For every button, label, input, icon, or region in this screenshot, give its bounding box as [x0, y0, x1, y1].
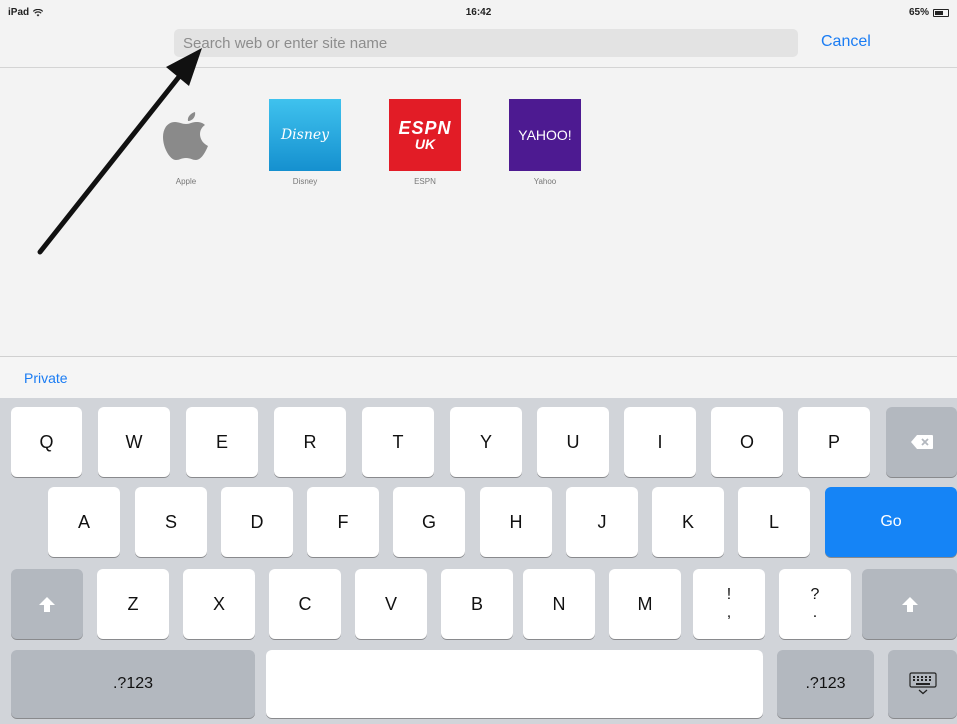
disney-tile: Disney — [269, 99, 341, 171]
shift-icon — [39, 596, 55, 612]
key-m[interactable]: M — [609, 569, 681, 639]
numbers-key-left[interactable]: .?123 — [11, 650, 255, 718]
favorite-label: Disney — [292, 177, 318, 186]
key-top-char: ! — [726, 586, 732, 604]
space-bar[interactable] — [266, 650, 763, 718]
backspace-key[interactable] — [886, 407, 957, 477]
key-w[interactable]: W — [98, 407, 170, 477]
key-g[interactable]: G — [393, 487, 465, 557]
yahoo-logo-text: YAHOO! — [518, 127, 572, 143]
battery-fill — [935, 10, 943, 15]
key-x[interactable]: X — [183, 569, 255, 639]
key-a[interactable]: A — [48, 487, 120, 557]
status-time: 16:42 — [465, 7, 492, 18]
key-bottom-char: . — [812, 604, 818, 621]
key-k[interactable]: K — [652, 487, 724, 557]
espn-logo-text: ESPN — [398, 118, 452, 138]
key-top-char: ? — [810, 586, 820, 604]
key-s[interactable]: S — [135, 487, 207, 557]
favorites-grid: Apple Disney Disney ESPN UK ESPN YAHOO! … — [0, 68, 957, 356]
key-f[interactable]: F — [307, 487, 379, 557]
keyboard-dismiss-icon — [908, 672, 937, 695]
key-l[interactable]: L — [738, 487, 810, 557]
favorite-yahoo[interactable]: YAHOO! Yahoo — [500, 99, 590, 186]
key-q[interactable]: Q — [11, 407, 82, 477]
favorite-label: ESPN — [414, 177, 436, 186]
key-h[interactable]: H — [480, 487, 552, 557]
favorite-espn[interactable]: ESPN UK ESPN — [380, 99, 470, 186]
shift-key-right[interactable] — [862, 569, 957, 639]
key-bottom-char: , — [726, 604, 732, 621]
status-bar: iPad 16:42 65% — [0, 0, 957, 24]
key-question-period[interactable]: ? . — [779, 569, 851, 639]
backspace-icon — [910, 435, 933, 449]
shift-key-left[interactable] — [11, 569, 83, 639]
key-c[interactable]: C — [269, 569, 341, 639]
numbers-key-right[interactable]: .?123 — [777, 650, 874, 718]
keyboard-dismiss-key[interactable] — [888, 650, 957, 718]
disney-logo-text: Disney — [280, 127, 330, 143]
private-bar: Private — [0, 356, 957, 398]
key-i[interactable]: I — [624, 407, 696, 477]
shift-icon — [901, 596, 918, 612]
key-v[interactable]: V — [355, 569, 427, 639]
key-exclaim-comma[interactable]: ! , — [693, 569, 765, 639]
key-e[interactable]: E — [186, 407, 258, 477]
apple-tile — [150, 99, 222, 171]
status-right: 65% — [909, 7, 949, 18]
key-d[interactable]: D — [221, 487, 293, 557]
keyboard: Q W E R T Y U I O P A S D F G H J K L Go… — [0, 398, 957, 724]
key-b[interactable]: B — [441, 569, 513, 639]
yahoo-tile: YAHOO! — [509, 99, 581, 171]
key-r[interactable]: R — [274, 407, 346, 477]
favorite-label: Yahoo — [533, 177, 557, 186]
favorite-disney[interactable]: Disney Disney — [260, 99, 350, 186]
espn-uk-text: UK — [414, 136, 436, 152]
private-button[interactable]: Private — [24, 370, 68, 386]
key-p[interactable]: P — [798, 407, 870, 477]
key-o[interactable]: O — [711, 407, 783, 477]
key-j[interactable]: J — [566, 487, 638, 557]
battery-percent: 65% — [908, 7, 929, 18]
key-n[interactable]: N — [523, 569, 595, 639]
key-u[interactable]: U — [537, 407, 609, 477]
key-t[interactable]: T — [362, 407, 434, 477]
espn-tile: ESPN UK — [389, 99, 461, 171]
search-input[interactable] — [174, 29, 798, 57]
battery-icon — [933, 8, 949, 17]
cancel-button[interactable]: Cancel — [821, 33, 871, 51]
go-button[interactable]: Go — [825, 487, 957, 557]
apple-logo — [163, 112, 208, 160]
favorite-apple[interactable]: Apple — [141, 99, 231, 186]
key-z[interactable]: Z — [97, 569, 169, 639]
key-y[interactable]: Y — [450, 407, 522, 477]
favorite-label: Apple — [175, 177, 197, 186]
url-bar: Cancel — [0, 24, 957, 68]
